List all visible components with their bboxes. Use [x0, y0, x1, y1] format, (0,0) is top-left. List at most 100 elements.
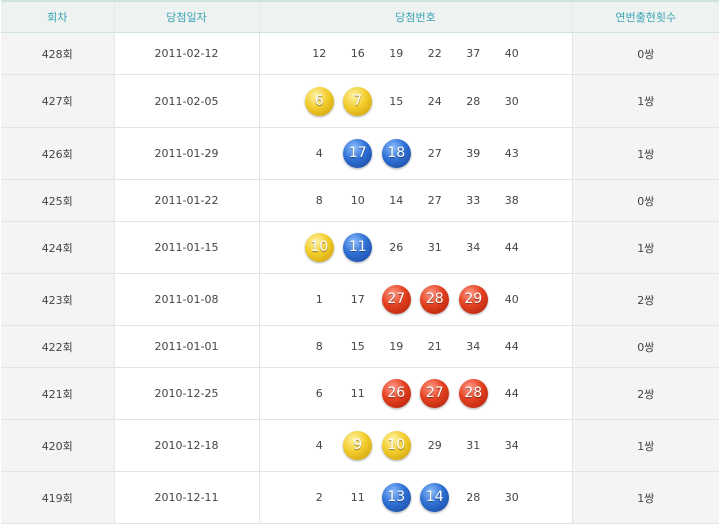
winning-numbers-cell: 8 10 14 27 33 38	[258, 179, 572, 222]
consecutive-count-cell: 1쌍	[571, 127, 719, 180]
winning-number: 15	[350, 340, 365, 354]
winning-number: 24	[427, 94, 442, 108]
winning-number: 27	[416, 379, 455, 408]
round-cell: 424회	[1, 221, 114, 274]
number-ball-blue: 13	[381, 483, 411, 512]
date-cell: 2011-01-29	[113, 127, 259, 180]
winning-number: 2	[315, 491, 323, 504]
winning-number: 30	[504, 94, 519, 108]
winning-number: 44	[504, 340, 519, 354]
number-ball-red: 28	[420, 285, 450, 314]
date-cell: 2011-01-15	[113, 221, 259, 274]
winning-number: 19	[389, 47, 404, 61]
winning-number: 33	[466, 194, 481, 208]
header-consecutive-count: 연번출현횟수	[571, 0, 719, 33]
date-cell: 2011-01-01	[113, 325, 259, 368]
winning-number: 4	[315, 439, 323, 452]
winning-number: 22	[427, 47, 442, 61]
winning-number: 28	[454, 379, 493, 408]
table-row: 428회 2011-02-12 12 16 19 22 37 40 0쌍	[1, 32, 719, 75]
table-header-row: 회차 당첨일자 당첨번호 연번출현횟수	[1, 0, 719, 33]
winning-number: 17	[339, 139, 378, 168]
winning-number: 8	[315, 340, 323, 354]
number-ball-yellow: 9	[343, 431, 373, 460]
table-row: 427회 2011-02-05 6 7 15 24 28 30 1쌍	[1, 74, 719, 128]
winning-number: 40	[504, 293, 519, 306]
winning-numbers-cell: 6 11 26 27 28 44	[258, 367, 572, 420]
date-cell: 2011-01-08	[113, 273, 259, 326]
consecutive-count-cell: 0쌍	[571, 325, 719, 368]
number-ball-yellow: 10	[381, 431, 411, 460]
winning-numbers-cell: 4 9 10 29 31 34	[258, 419, 572, 472]
consecutive-count-cell: 1쌍	[571, 221, 719, 274]
date-cell: 2011-02-05	[113, 74, 259, 128]
winning-numbers-cell: 4 17 18 27 39 43	[258, 127, 572, 180]
winning-number: 11	[350, 387, 365, 400]
winning-number: 11	[350, 491, 365, 504]
winning-number: 8	[315, 194, 323, 208]
round-cell: 426회	[1, 127, 114, 180]
winning-numbers-cell: 10 11 26 31 34 44	[258, 221, 572, 274]
winning-number: 34	[504, 439, 519, 452]
winning-number: 17	[350, 293, 365, 306]
winning-number: 44	[504, 241, 519, 254]
winning-number: 12	[312, 47, 327, 61]
winning-numbers-cell: 6 7 15 24 28 30	[258, 74, 572, 128]
round-cell: 427회	[1, 74, 114, 128]
winning-number: 27	[427, 194, 442, 208]
number-ball-blue: 11	[343, 233, 373, 262]
table-row: 425회 2011-01-22 8 10 14 27 33 38 0쌍	[1, 179, 719, 222]
winning-number: 10	[350, 194, 365, 208]
winning-number: 37	[466, 47, 481, 61]
round-cell: 422회	[1, 325, 114, 368]
header-round: 회차	[1, 0, 114, 33]
winning-numbers-cell: 8 15 19 21 34 44	[258, 325, 572, 368]
round-cell: 419회	[1, 471, 114, 524]
winning-number: 13	[377, 483, 416, 512]
header-numbers: 당첨번호	[258, 0, 572, 33]
winning-number: 39	[466, 147, 481, 160]
header-date: 당첨일자	[113, 0, 259, 33]
number-ball-yellow: 6	[304, 86, 334, 116]
number-ball-yellow: 10	[304, 233, 334, 262]
number-ball-blue: 17	[343, 139, 373, 168]
winning-number: 7	[339, 86, 378, 116]
winning-numbers-cell: 1 17 27 28 29 40	[258, 273, 572, 326]
consecutive-count-cell: 1쌍	[571, 74, 719, 128]
winning-number: 30	[504, 491, 519, 504]
winning-number: 4	[315, 147, 323, 160]
winning-numbers-cell: 2 11 13 14 28 30	[258, 471, 572, 524]
number-ball-red: 29	[458, 285, 488, 314]
winning-number: 10	[300, 233, 339, 262]
winning-number: 34	[466, 340, 481, 354]
winning-number: 27	[377, 285, 416, 314]
winning-number: 19	[389, 340, 404, 354]
winning-number: 28	[466, 491, 481, 504]
round-cell: 428회	[1, 32, 114, 75]
winning-number: 28	[416, 285, 455, 314]
winning-number: 10	[377, 431, 416, 460]
winning-number: 6	[300, 86, 339, 116]
table-row: 421회 2010-12-25 6 11 26 27 28 44 2쌍	[1, 367, 719, 420]
winning-number: 11	[339, 233, 378, 262]
winning-number: 14	[416, 483, 455, 512]
consecutive-count-cell: 2쌍	[571, 273, 719, 326]
winning-number: 40	[504, 47, 519, 61]
round-cell: 420회	[1, 419, 114, 472]
number-ball-red: 28	[458, 379, 488, 408]
date-cell: 2010-12-25	[113, 367, 259, 420]
winning-number: 14	[389, 194, 404, 208]
table-row: 426회 2011-01-29 4 17 18 27 39 43 1쌍	[1, 127, 719, 180]
winning-number: 44	[504, 387, 519, 400]
table-row: 420회 2010-12-18 4 9 10 29 31 34 1쌍	[1, 419, 719, 472]
winning-number: 26	[377, 379, 416, 408]
consecutive-count-cell: 1쌍	[571, 419, 719, 472]
winning-number: 9	[339, 431, 378, 460]
winning-number: 43	[504, 147, 519, 160]
round-cell: 421회	[1, 367, 114, 420]
round-cell: 425회	[1, 179, 114, 222]
winning-number: 31	[427, 241, 442, 254]
table-row: 422회 2011-01-01 8 15 19 21 34 44 0쌍	[1, 325, 719, 368]
consecutive-count-cell: 0쌍	[571, 179, 719, 222]
winning-number: 6	[315, 387, 323, 400]
